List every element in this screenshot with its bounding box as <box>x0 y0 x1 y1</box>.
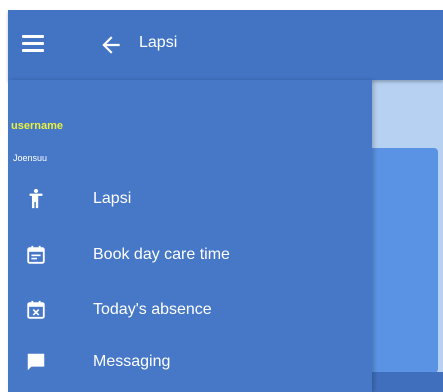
drawer-username: username <box>11 120 63 132</box>
child-icon <box>25 188 47 210</box>
drawer-location: Joensuu <box>13 153 48 163</box>
drawer-item-label: Messaging <box>93 353 171 370</box>
navigation-drawer: username Joensuu Lapsi Book day care tim… <box>8 80 372 392</box>
drawer-item-lapsi[interactable]: Lapsi <box>8 179 372 219</box>
app-bar: Lapsi <box>8 10 443 80</box>
calendar-x-icon <box>25 299 47 321</box>
drawer-item-messaging[interactable]: Messaging <box>8 342 372 382</box>
arrow-back-icon[interactable] <box>98 32 124 58</box>
drawer-item-label: Book day care time <box>93 246 230 263</box>
app-screen: Lapsi username Joensuu Lapsi Book day ca… <box>0 0 443 392</box>
drawer-item-todays-absence[interactable]: Today's absence <box>8 290 372 330</box>
drawer-item-label: Today's absence <box>93 301 212 318</box>
calendar-note-icon <box>25 244 47 266</box>
page-title: Lapsi <box>139 34 178 51</box>
hamburger-menu-icon[interactable] <box>22 35 44 55</box>
content-card[interactable] <box>372 148 438 373</box>
chat-bubble-icon <box>25 351 47 373</box>
content-bottom-bar <box>372 372 443 392</box>
drawer-item-label: Lapsi <box>93 190 132 207</box>
drawer-item-book-day-care-time[interactable]: Book day care time <box>8 235 372 275</box>
